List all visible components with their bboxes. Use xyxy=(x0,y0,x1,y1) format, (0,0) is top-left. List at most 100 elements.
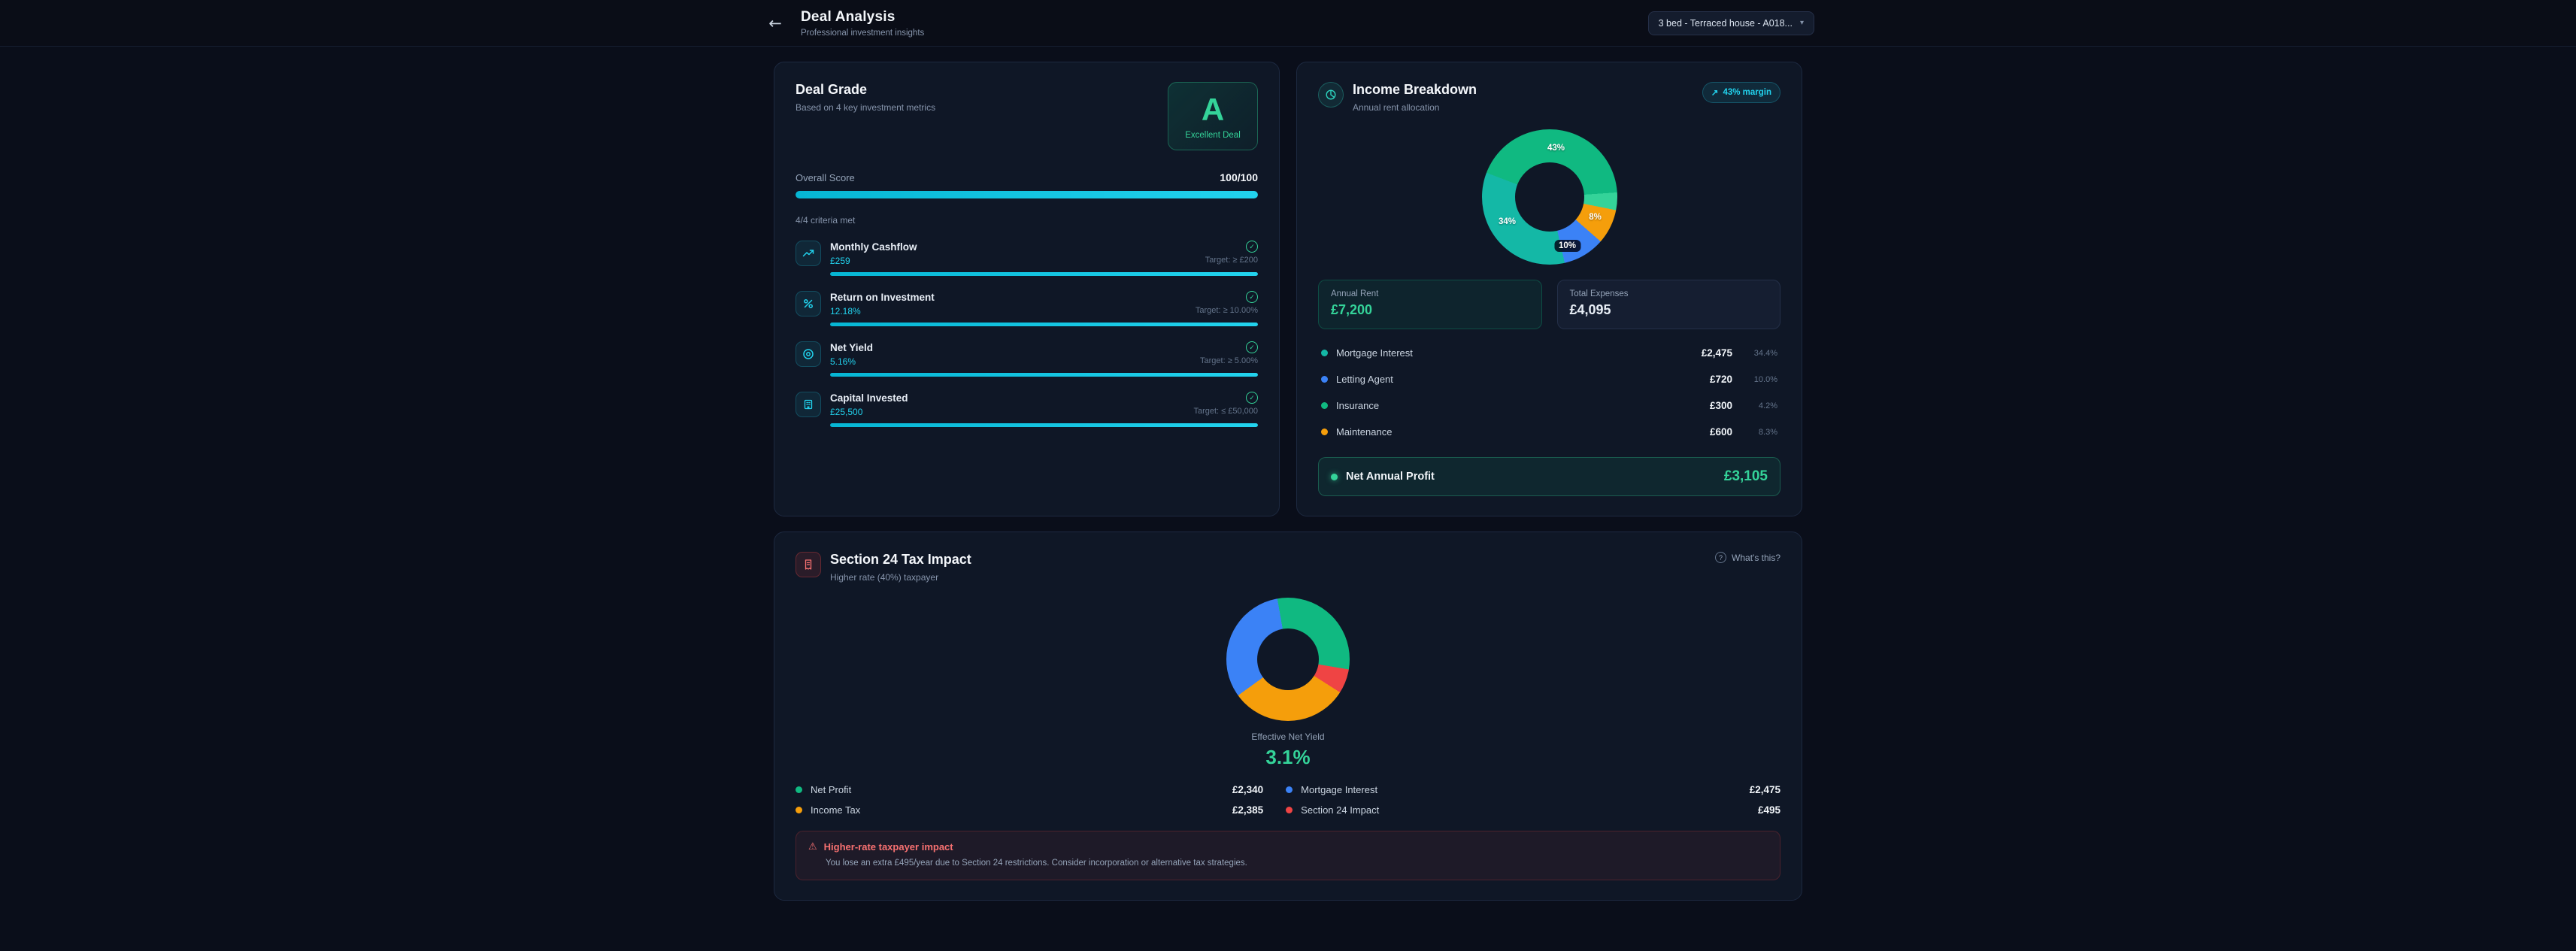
target-icon xyxy=(796,341,821,367)
metric-progress-bar xyxy=(830,272,1258,276)
expense-pct: 34.4% xyxy=(1741,349,1777,358)
income-title: Income Breakdown xyxy=(1353,82,1477,98)
warning-body: You lose an extra £495/year due to Secti… xyxy=(808,857,1768,869)
income-breakdown-card: Income Breakdown Annual rent allocation … xyxy=(1296,62,1802,516)
legend-dot xyxy=(796,807,802,813)
net-annual-profit-row: Net Annual Profit £3,105 xyxy=(1318,457,1780,496)
grade-label: Excellent Deal xyxy=(1168,131,1257,140)
expense-row-letting-agent: Letting Agent £720 10.0% xyxy=(1318,366,1780,392)
pie-chart-icon xyxy=(1318,82,1344,108)
expense-name: Mortgage Interest xyxy=(1336,347,1413,359)
criteria-met-text: 4/4 criteria met xyxy=(796,215,1258,226)
legend-item-mortgage-interest: Mortgage Interest £2,475 xyxy=(1286,784,1780,795)
warning-title: Higher-rate taxpayer impact xyxy=(824,841,953,853)
check-circle-icon: ✓ xyxy=(1246,341,1258,353)
expense-row-insurance: Insurance £300 4.2% xyxy=(1318,392,1780,419)
section24-title: Section 24 Tax Impact xyxy=(830,552,971,568)
property-selector-dropdown[interactable]: 3 bed - Terraced house - A018... ▾ xyxy=(1648,11,1814,35)
expense-name: Maintenance xyxy=(1336,426,1392,438)
back-button[interactable]: ← xyxy=(762,10,789,37)
metric-row-return-on-investment: Return on Investment ✓ 12.18% Target: ≥ … xyxy=(796,291,1258,326)
metric-name: Capital Invested xyxy=(830,392,908,404)
expense-pct: 10.0% xyxy=(1741,375,1777,384)
trending-up-icon xyxy=(796,241,821,266)
donut-label-maintenance: 8% xyxy=(1589,213,1602,222)
expense-value: £720 xyxy=(1710,374,1732,385)
arrow-left-icon: ← xyxy=(768,14,782,32)
percent-icon xyxy=(796,291,821,316)
legend-item-income-tax: Income Tax £2,385 xyxy=(796,804,1263,816)
overall-score-value: 100/100 xyxy=(1220,171,1258,183)
legend-item-section24-impact: Section 24 Impact £495 xyxy=(1286,804,1780,816)
grade-badge: A Excellent Deal xyxy=(1168,82,1258,150)
legend-item-net-profit: Net Profit £2,340 xyxy=(796,784,1263,795)
check-circle-icon: ✓ xyxy=(1246,241,1258,253)
expense-value: £2,475 xyxy=(1702,347,1732,359)
overall-score-bar xyxy=(796,191,1258,198)
total-expenses-label: Total Expenses xyxy=(1570,289,1768,298)
net-profit-value: £3,105 xyxy=(1724,468,1768,485)
metric-target: Target: ≥ £200 xyxy=(1205,256,1258,266)
whats-this-link[interactable]: ? What's this? xyxy=(1715,552,1780,563)
check-circle-icon: ✓ xyxy=(1246,291,1258,303)
income-donut-chart: 43% 8% 10% 34% xyxy=(1482,129,1617,265)
margin-badge: ↗ 43% margin xyxy=(1702,82,1780,103)
whats-this-label: What's this? xyxy=(1732,553,1780,563)
legend-name: Mortgage Interest xyxy=(1301,784,1377,795)
legend-name: Section 24 Impact xyxy=(1301,804,1379,816)
metric-row-capital-invested: Capital Invested ✓ £25,500 Target: ≤ £50… xyxy=(796,392,1258,427)
section24-legend: Net Profit £2,340 Income Tax £2,385 Mort… xyxy=(796,784,1780,816)
section24-donut-chart xyxy=(1226,598,1350,721)
donut-label-profit: 43% xyxy=(1547,144,1565,153)
metric-target: Target: ≤ £50,000 xyxy=(1193,407,1258,417)
legend-value: £2,475 xyxy=(1750,784,1780,795)
main-content: Deal Grade Based on 4 key investment met… xyxy=(774,47,1802,901)
page-title: Deal Analysis xyxy=(801,9,924,26)
metric-value: 12.18% xyxy=(830,306,861,316)
metric-value: £259 xyxy=(830,256,850,266)
effective-net-yield-value: 3.1% xyxy=(796,746,1780,769)
metric-value: £25,500 xyxy=(830,407,862,417)
margin-badge-label: 43% margin xyxy=(1723,88,1771,97)
deal-grade-title: Deal Grade xyxy=(796,82,935,98)
metric-name: Monthly Cashflow xyxy=(830,241,917,253)
page-subtitle: Professional investment insights xyxy=(801,29,924,38)
building-icon xyxy=(796,392,821,417)
expense-row-maintenance: Maintenance £600 8.3% xyxy=(1318,419,1780,445)
annual-rent-box: Annual Rent £7,200 xyxy=(1318,280,1542,329)
metric-value: 5.16% xyxy=(830,356,856,367)
metric-progress-bar xyxy=(830,323,1258,326)
question-circle-icon: ? xyxy=(1715,552,1726,563)
legend-name: Net Profit xyxy=(811,784,851,795)
legend-value: £2,340 xyxy=(1232,784,1263,795)
chevron-down-icon: ▾ xyxy=(1800,19,1804,27)
expense-name: Insurance xyxy=(1336,400,1379,411)
annual-rent-value: £7,200 xyxy=(1331,302,1529,318)
income-subtitle: Annual rent allocation xyxy=(1353,102,1477,113)
app-header: ← Deal Analysis Professional investment … xyxy=(0,0,2576,47)
metric-progress-bar xyxy=(830,423,1258,427)
expense-value: £600 xyxy=(1710,426,1732,438)
metric-name: Net Yield xyxy=(830,342,873,353)
expense-name: Letting Agent xyxy=(1336,374,1393,385)
legend-value: £495 xyxy=(1758,804,1780,816)
metric-name: Return on Investment xyxy=(830,292,935,303)
legend-dot xyxy=(1286,786,1293,793)
total-expenses-box: Total Expenses £4,095 xyxy=(1557,280,1781,329)
expense-pct: 8.3% xyxy=(1741,428,1777,437)
metric-progress-bar xyxy=(830,373,1258,377)
property-selector-label: 3 bed - Terraced house - A018... xyxy=(1659,18,1793,29)
profit-dot xyxy=(1331,474,1338,480)
legend-dot xyxy=(796,786,802,793)
deal-grade-card: Deal Grade Based on 4 key investment met… xyxy=(774,62,1280,516)
legend-dot xyxy=(1321,402,1328,409)
expense-pct: 4.2% xyxy=(1741,401,1777,410)
legend-dot xyxy=(1321,376,1328,383)
annual-rent-label: Annual Rent xyxy=(1331,289,1529,298)
donut-label-letting: 10% xyxy=(1554,240,1580,252)
section24-subtitle: Higher rate (40%) taxpayer xyxy=(830,572,971,583)
legend-dot xyxy=(1321,350,1328,356)
effective-net-yield-label: Effective Net Yield xyxy=(796,731,1780,742)
check-circle-icon: ✓ xyxy=(1246,392,1258,404)
donut-label-mortgage: 34% xyxy=(1499,217,1516,226)
